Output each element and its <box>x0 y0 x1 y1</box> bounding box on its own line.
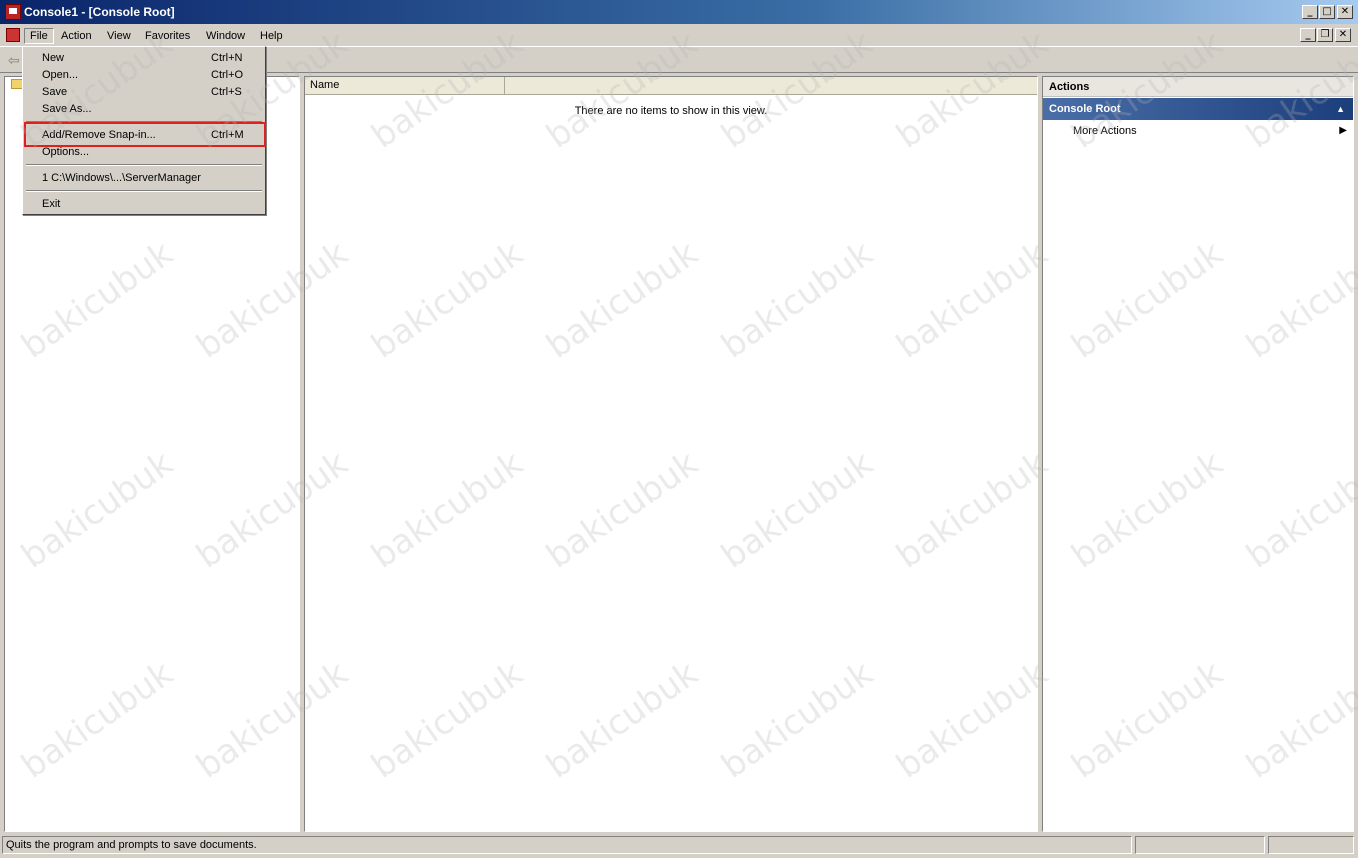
menu-item-shortcut: Ctrl+N <box>211 52 243 64</box>
menu-view[interactable]: View <box>102 28 136 44</box>
menu-bar: File Action View Favorites Window Help _… <box>0 24 1358 47</box>
minimize-button[interactable]: _ <box>1302 5 1318 19</box>
column-header-empty[interactable] <box>505 77 1037 95</box>
child-close-button[interactable]: ✕ <box>1335 28 1351 42</box>
menu-item-shortcut: Ctrl+O <box>211 69 244 81</box>
status-panel-3 <box>1268 836 1354 854</box>
child-restore-button[interactable]: ❐ <box>1317 28 1333 42</box>
menu-item-label: Open... <box>42 69 79 81</box>
menu-item-open[interactable]: Open... Ctrl+O <box>25 67 263 84</box>
maximize-button[interactable]: □ <box>1319 5 1335 19</box>
menu-separator <box>26 164 262 166</box>
actions-title: Actions <box>1043 77 1353 97</box>
menu-item-new[interactable]: New Ctrl+N <box>25 50 263 67</box>
title-bar: Console1 - [Console Root] _ □ ✕ <box>0 0 1358 24</box>
actions-pane: Actions Console Root ▲ More Actions ▶ <box>1042 76 1354 832</box>
actions-group-console-root[interactable]: Console Root ▲ <box>1043 98 1353 120</box>
results-pane[interactable]: Name There are no items to show in this … <box>304 76 1038 832</box>
column-header-name[interactable]: Name <box>305 77 505 95</box>
menu-item-label: 1 C:\Windows\...\ServerManager <box>42 172 201 184</box>
menu-item-label: New <box>42 52 65 64</box>
menu-item-shortcut: Ctrl+S <box>211 86 242 98</box>
menu-item-save[interactable]: Save Ctrl+S <box>25 84 263 101</box>
menu-item-label: Save <box>42 86 68 98</box>
menu-item-label: Exit <box>42 198 61 210</box>
highlight-annotation <box>24 122 266 147</box>
mmc-app-icon[interactable] <box>5 4 21 20</box>
menu-action[interactable]: Action <box>56 28 97 44</box>
menu-separator <box>26 190 262 192</box>
actions-group-label: Console Root <box>1049 103 1121 115</box>
menu-favorites[interactable]: Favorites <box>140 28 195 44</box>
empty-view-message: There are no items to show in this view. <box>574 105 768 117</box>
status-bar: Quits the program and prompts to save do… <box>0 834 1358 858</box>
file-menu-dropdown: New Ctrl+N Open... Ctrl+O Save Ctrl+S Sa… <box>22 46 266 215</box>
close-button[interactable]: ✕ <box>1337 5 1353 19</box>
menu-item-label: Save As... <box>42 103 92 115</box>
menu-file[interactable]: File <box>24 28 54 44</box>
collapse-chevron-icon[interactable]: ▲ <box>1336 98 1345 120</box>
child-minimize-button[interactable]: _ <box>1300 28 1316 42</box>
status-panel-2 <box>1135 836 1265 854</box>
console-icon[interactable] <box>6 28 20 42</box>
submenu-arrow-icon[interactable]: ▶ <box>1339 125 1347 136</box>
menu-help[interactable]: Help <box>255 28 288 44</box>
menu-item-recent-file[interactable]: 1 C:\Windows\...\ServerManager <box>25 170 263 187</box>
window-title: Console1 - [Console Root] <box>24 5 175 19</box>
menu-window[interactable]: Window <box>201 28 250 44</box>
menu-item-save-as[interactable]: Save As... <box>25 101 263 118</box>
status-text: Quits the program and prompts to save do… <box>2 836 1132 854</box>
more-actions-item[interactable]: More Actions <box>1073 125 1137 137</box>
menu-item-exit[interactable]: Exit <box>25 196 263 213</box>
